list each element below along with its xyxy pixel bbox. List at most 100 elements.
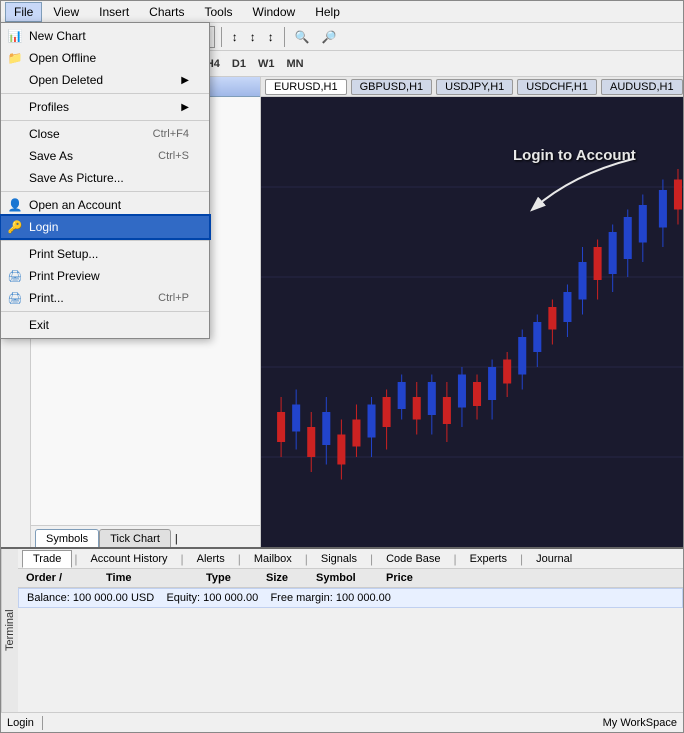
equity-value: 100 000.00	[203, 592, 258, 604]
terminal-content: Terminal Trade | Account History | Alert…	[1, 549, 683, 712]
menu-item-save-as[interactable]: Save As Ctrl+S	[1, 145, 209, 167]
terminal-tabs: Trade | Account History | Alerts | Mailb…	[18, 549, 683, 569]
file-dropdown-menu: 📊 New Chart 📁 Open Offline Open Deleted …	[0, 22, 210, 339]
chart-tab-gbpusd[interactable]: GBPUSD,H1	[351, 79, 433, 95]
terminal-tab-experts[interactable]: Experts	[459, 550, 518, 568]
timeframe-mn[interactable]: MN	[281, 56, 308, 72]
chart-tab-usdjpy[interactable]: USDJPY,H1	[436, 79, 513, 95]
print-setup-icon	[7, 246, 23, 262]
balance-row: Balance: 100 000.00 USD Equity: 100 000.…	[18, 588, 683, 608]
print-shortcut: Ctrl+P	[138, 292, 189, 304]
open-deleted-icon	[7, 72, 23, 88]
col-size: Size	[262, 571, 312, 585]
col-type: Type	[202, 571, 262, 585]
menu-separator-1	[1, 93, 209, 94]
status-login: Login	[7, 717, 34, 729]
status-workspace: My WorkSpace	[603, 717, 677, 729]
zoom-out-icon[interactable]: 🔎	[318, 28, 341, 46]
menu-item-open-deleted[interactable]: Open Deleted ▶	[1, 69, 209, 91]
tab-tick-chart[interactable]: Tick Chart	[99, 529, 171, 547]
menu-insert[interactable]: Insert	[90, 2, 138, 22]
annotation-arrow	[513, 154, 653, 214]
menu-tools[interactable]: Tools	[196, 2, 242, 22]
terminal-main: Trade | Account History | Alerts | Mailb…	[18, 549, 683, 712]
tab-separator: |	[171, 531, 182, 547]
toolbar-separator2	[221, 27, 222, 47]
terminal-tab-trade[interactable]: Trade	[22, 550, 72, 568]
menu-item-exit[interactable]: Exit	[1, 314, 209, 336]
free-margin-label: Free margin:	[270, 592, 332, 604]
equity-label: Equity:	[166, 592, 200, 604]
close-icon	[7, 126, 23, 142]
print-icon: 🖨	[7, 290, 23, 306]
menu-item-open-offline[interactable]: 📁 Open Offline	[1, 47, 209, 69]
main-window: File View Insert Charts Tools Window Hel…	[0, 0, 684, 733]
chart-tabs-bar: EURUSD,H1 GBPUSD,H1 USDJPY,H1 USDCHF,H1 …	[261, 77, 683, 97]
toolbar-icon-2[interactable]: ↕	[246, 28, 260, 46]
exit-icon	[7, 317, 23, 333]
menu-file[interactable]: File	[5, 2, 42, 22]
menu-item-save-as-picture[interactable]: Save As Picture...	[1, 167, 209, 189]
terminal-tab-codebase[interactable]: Code Base	[375, 550, 451, 568]
menu-separator-2	[1, 120, 209, 121]
terminal-tab-mailbox[interactable]: Mailbox	[243, 550, 303, 568]
tab-symbols[interactable]: Symbols	[35, 529, 99, 547]
chart-container: EURUSD,H1 GBPUSD,H1 USDJPY,H1 USDCHF,H1 …	[261, 77, 683, 547]
timeframe-d1[interactable]: D1	[227, 56, 251, 72]
toolbar-icon-1[interactable]: ↕	[228, 28, 242, 46]
menu-item-close[interactable]: Close Ctrl+F4	[1, 123, 209, 145]
status-separator	[42, 716, 43, 730]
toolbar-separator3	[284, 27, 285, 47]
open-deleted-arrow: ▶	[181, 75, 189, 86]
terminal-tab-signals[interactable]: Signals	[310, 550, 368, 568]
annotation-container: Login to Account	[513, 147, 653, 214]
toolbar-icon-3[interactable]: ↕	[264, 28, 278, 46]
menu-item-profiles[interactable]: Profiles ▶	[1, 96, 209, 118]
menu-help[interactable]: Help	[306, 2, 349, 22]
menu-item-print-preview[interactable]: 🖨 Print Preview	[1, 265, 209, 287]
terminal-tab-alerts[interactable]: Alerts	[186, 550, 236, 568]
menu-window[interactable]: Window	[244, 2, 305, 22]
menu-item-print-setup[interactable]: Print Setup...	[1, 243, 209, 265]
balance-text: Balance: 100 000.00 USD	[27, 592, 154, 604]
profiles-arrow: ▶	[181, 102, 189, 113]
zoom-in-icon[interactable]: 🔍	[291, 28, 314, 46]
menu-separator-4	[1, 240, 209, 241]
terminal-tab-account-history[interactable]: Account History	[79, 550, 178, 568]
menu-bar: File View Insert Charts Tools Window Hel…	[1, 1, 683, 23]
status-bar: Login My WorkSpace	[1, 712, 683, 732]
market-watch-tabs: Symbols Tick Chart |	[31, 525, 260, 547]
terminal-tab-journal[interactable]: Journal	[525, 550, 583, 568]
save-as-picture-icon	[7, 170, 23, 186]
chart-tab-eurusd[interactable]: EURUSD,H1	[265, 79, 347, 95]
col-time: Time	[102, 571, 202, 585]
menu-item-print[interactable]: 🖨 Print... Ctrl+P	[1, 287, 209, 309]
col-price: Price	[382, 571, 442, 585]
new-chart-icon: 📊	[7, 28, 23, 44]
chart-area: Login to Account	[261, 97, 683, 547]
menu-item-new-chart[interactable]: 📊 New Chart	[1, 25, 209, 47]
open-account-icon: 👤	[7, 197, 23, 213]
file-dropdown-overlay: 📊 New Chart 📁 Open Offline Open Deleted …	[0, 22, 210, 339]
menu-separator-5	[1, 311, 209, 312]
chart-tab-audusd[interactable]: AUDUSD,H1	[601, 79, 683, 95]
menu-item-open-account[interactable]: 👤 Open an Account	[1, 194, 209, 216]
col-symbol: Symbol	[312, 571, 382, 585]
menu-item-login[interactable]: 🔑 Login	[1, 216, 209, 238]
menu-charts[interactable]: Charts	[140, 2, 193, 22]
profiles-icon	[7, 99, 23, 115]
terminal-label: Terminal	[1, 549, 18, 712]
chart-tab-usdchf[interactable]: USDCHF,H1	[517, 79, 597, 95]
login-icon: 🔑	[7, 219, 23, 235]
save-as-shortcut: Ctrl+S	[138, 150, 189, 162]
table-header: Order / Time Type Size Symbol Price	[18, 569, 683, 588]
save-as-icon	[7, 148, 23, 164]
free-margin-value: 100 000.00	[336, 592, 391, 604]
timeframe-w1[interactable]: W1	[253, 56, 280, 72]
open-offline-icon: 📁	[7, 50, 23, 66]
menu-separator-3	[1, 191, 209, 192]
print-preview-icon: 🖨	[7, 268, 23, 284]
menu-view[interactable]: View	[44, 2, 88, 22]
close-shortcut: Ctrl+F4	[133, 128, 189, 140]
terminal-section: Terminal Trade | Account History | Alert…	[1, 547, 683, 712]
